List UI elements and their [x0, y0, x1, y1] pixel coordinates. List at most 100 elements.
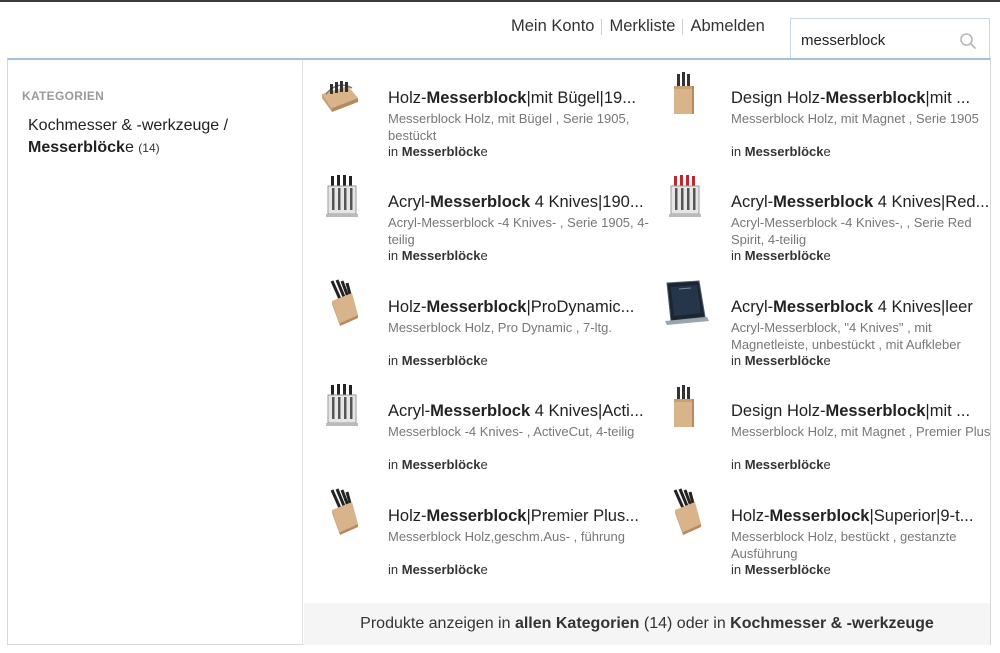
product-title-highlight: Messerblock: [430, 193, 531, 211]
product-description: Messerblock Holz, mit Bügel , Serie 1905…: [388, 111, 630, 143]
product-result[interactable]: Acryl-Messerblock 4 Knives|Acti... Messe…: [318, 373, 658, 473]
product-description: Messerblock Holz, bestückt , gestanzte A…: [731, 529, 957, 561]
product-description: Acryl-Messerblock -4 Knives-, , Serie Re…: [731, 215, 972, 247]
product-category-highlight: Messerblöck: [744, 457, 824, 472]
product-title-highlight: Messerblock: [769, 507, 870, 525]
product-title-prefix: Holz-: [388, 507, 427, 525]
product-result[interactable]: Holz-Messerblock|ProDynamic... Messerblo…: [318, 269, 658, 369]
product-category-suffix: e: [480, 353, 488, 368]
product-result[interactable]: Design Holz-Messerblock|mit ... Messerbl…: [661, 373, 1000, 473]
footer-middle: oder in: [676, 615, 726, 632]
product-category-prefix: in: [388, 353, 399, 368]
product-description: Acryl-Messerblock, "4 Knives" , mit Magn…: [731, 320, 961, 352]
product-category-prefix: in: [731, 562, 742, 577]
product-title-suffix: |Premier Plus...: [526, 507, 639, 525]
product-title-suffix: |Superior|9-t...: [869, 507, 974, 525]
product-description: Messerblock Holz, mit Magnet , Serie 190…: [731, 111, 979, 126]
product-category-suffix: e: [480, 562, 488, 577]
category-sidebar: KATEGORIEN Kochmesser & -werkzeuge / Mes…: [8, 60, 303, 645]
product-category-prefix: in: [731, 457, 742, 472]
product-result[interactable]: Holz-Messerblock|mit Bügel|19... Messerb…: [318, 60, 658, 160]
product-title-suffix: |mit ...: [925, 402, 971, 420]
product-category-highlight: Messerblöck: [744, 144, 824, 159]
product-title-highlight: Messerblock: [773, 193, 874, 211]
logout-link[interactable]: Abmelden: [690, 17, 764, 36]
product-result[interactable]: Acryl-Messerblock 4 Knives|Red... Acryl-…: [661, 164, 1000, 264]
product-result[interactable]: Holz-Messerblock|Premier Plus... Messerb…: [318, 478, 658, 578]
product-category-highlight: Messerblöck: [744, 248, 824, 263]
product-title-highlight: Messerblock: [426, 507, 527, 525]
product-results: Holz-Messerblock|mit Bügel|19... Messerb…: [304, 60, 990, 600]
product-title-prefix: Design Holz-: [731, 89, 826, 107]
product-description: Acryl-Messerblock -4 Knives- , Serie 190…: [388, 215, 649, 247]
product-thumbnail: [330, 279, 358, 326]
product-title-prefix: Design Holz-: [731, 402, 826, 420]
product-title-prefix: Holz-: [731, 507, 770, 525]
product-title-suffix: |ProDynamic...: [526, 298, 635, 316]
wishlist-link[interactable]: Merkliste: [609, 17, 675, 36]
product-title-highlight: Messerblock: [825, 402, 926, 420]
categories-heading: KATEGORIEN: [22, 89, 105, 103]
footer-count: (14): [643, 615, 673, 632]
product-category-suffix: e: [823, 562, 831, 577]
product-title-suffix: |mit Bügel|19...: [526, 89, 636, 107]
product-title-prefix: Acryl-: [388, 402, 431, 420]
search-input[interactable]: [801, 29, 951, 51]
product-result[interactable]: Design Holz-Messerblock|mit ... Messerbl…: [661, 60, 1000, 160]
product-description: Messerblock -4 Knives- , ActiveCut, 4-te…: [388, 424, 635, 439]
product-thumbnail: [326, 384, 358, 426]
nav-divider: [682, 18, 684, 35]
all-categories-label: allen Kategorien: [514, 615, 640, 632]
product-category-prefix: in: [731, 144, 742, 159]
all-categories-link[interactable]: allen Kategorien: [515, 615, 639, 632]
product-thumbnail: [673, 488, 701, 535]
product-category-suffix: e: [480, 248, 488, 263]
product-category-highlight: Messerblöck: [401, 353, 481, 368]
product-result[interactable]: Acryl-Messerblock 4 Knives|leer Acryl-Me…: [661, 269, 1000, 369]
product-title-prefix: Acryl-: [731, 298, 774, 316]
product-thumbnail: [322, 81, 358, 112]
account-nav: Mein Konto Merkliste Abmelden: [511, 17, 765, 36]
product-thumbnail: [665, 280, 709, 325]
product-category-prefix: in: [388, 144, 399, 159]
product-category-highlight: Messerblöck: [744, 562, 824, 577]
product-category-prefix: in: [731, 248, 742, 263]
product-title-highlight: Messerblock: [430, 402, 531, 420]
product-thumbnail: [674, 385, 694, 427]
product-description: Messerblock Holz, Pro Dynamic , 7-ltg.: [388, 320, 612, 335]
product-description: Messerblock Holz,geschm.Aus- , führung: [388, 529, 625, 544]
product-title-highlight: Messerblock: [773, 298, 874, 316]
product-result[interactable]: Acryl-Messerblock 4 Knives|190... Acryl-…: [318, 164, 658, 264]
product-title-prefix: Acryl-: [731, 193, 774, 211]
product-category-suffix: e: [480, 144, 488, 159]
product-category-suffix: e: [823, 457, 831, 472]
product-title-suffix: |mit ...: [925, 89, 971, 107]
product-title-prefix: Holz-: [388, 89, 427, 107]
product-category-suffix: e: [823, 353, 831, 368]
product-title-highlight: Messerblock: [825, 89, 926, 107]
search-icon[interactable]: [959, 32, 977, 50]
footer-prefix: Produkte anzeigen in: [360, 615, 511, 632]
category-link[interactable]: Kochmesser & -werkzeuge / Messerblöcke (…: [28, 115, 288, 159]
product-category-prefix: in: [388, 457, 399, 472]
product-title-highlight: Messerblock: [426, 298, 527, 316]
category-path: Kochmesser & -werkzeuge /: [28, 117, 229, 134]
product-thumbnail: [330, 488, 358, 535]
my-account-link[interactable]: Mein Konto: [511, 17, 594, 36]
product-title-suffix: 4 Knives|Red...: [873, 193, 990, 211]
product-category-highlight: Messerblöck: [401, 562, 481, 577]
product-title-suffix: 4 Knives|190...: [530, 193, 644, 211]
product-thumbnail: [326, 175, 358, 217]
product-category-highlight: Messerblöck: [401, 144, 481, 159]
product-title-prefix: Acryl-: [388, 193, 431, 211]
product-category-prefix: in: [388, 562, 399, 577]
search-suggestions-dropdown: KATEGORIEN Kochmesser & -werkzeuge / Mes…: [7, 58, 991, 645]
category-products-label: Kochmesser & -werkzeuge: [730, 615, 934, 632]
product-result[interactable]: Holz-Messerblock|Superior|9-t... Messerb…: [661, 478, 1000, 578]
category-products-link[interactable]: Kochmesser & -werkzeuge: [730, 615, 934, 632]
product-title-prefix: Holz-: [388, 298, 427, 316]
product-category-suffix: e: [480, 457, 488, 472]
category-name-highlight: Messerblöck: [28, 139, 125, 156]
category-count: (14): [138, 141, 160, 155]
product-category-highlight: Messerblöck: [401, 248, 481, 263]
